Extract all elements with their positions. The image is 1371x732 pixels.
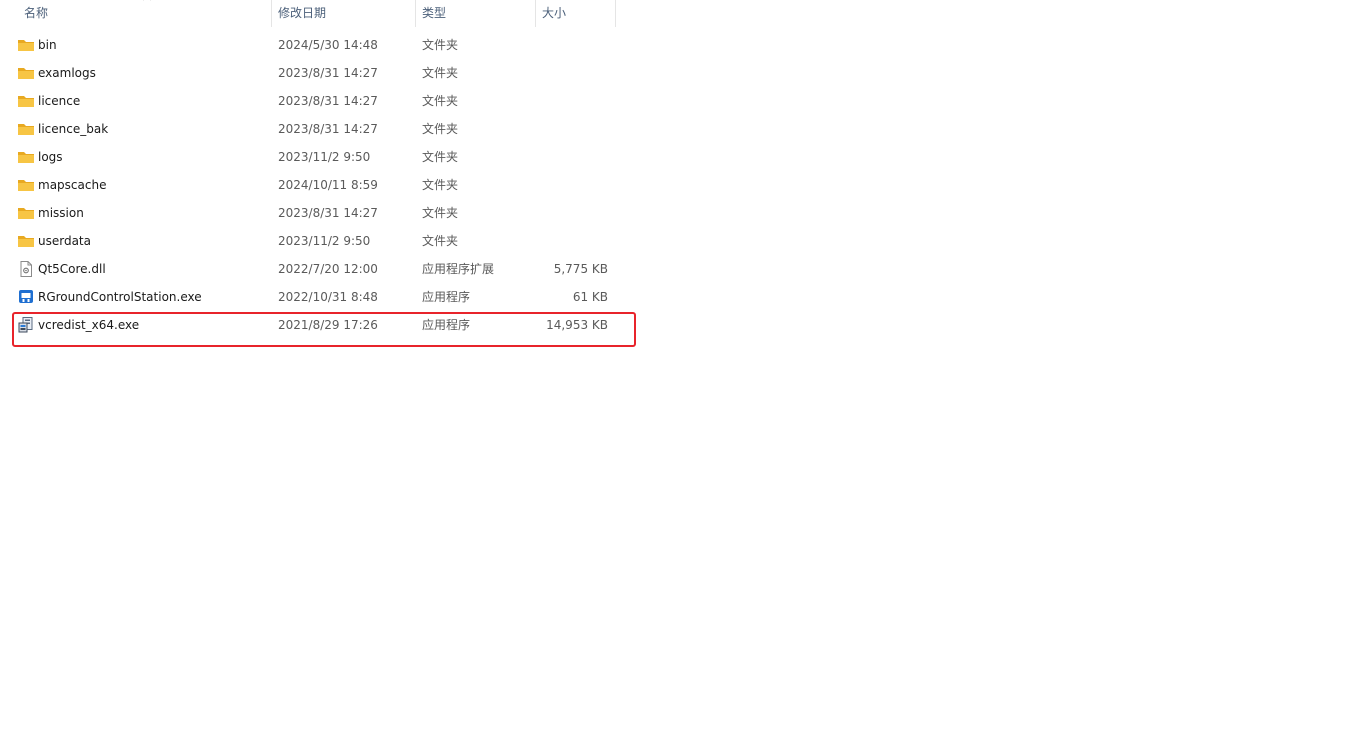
column-header-name[interactable]: 名称 xyxy=(0,0,272,27)
file-type: 文件夹 xyxy=(422,234,459,248)
column-header-type[interactable]: 类型 xyxy=(416,0,536,27)
highlight-annotation-box xyxy=(12,312,636,347)
folder-icon xyxy=(18,180,34,191)
folder-icon xyxy=(18,208,34,219)
file-name: logs xyxy=(38,150,63,164)
folder-icon xyxy=(18,236,34,247)
file-row-logs[interactable]: logs 2023/11/2 9:50 文件夹 xyxy=(0,143,640,171)
file-name: licence_bak xyxy=(38,122,109,136)
folder-icon xyxy=(18,124,34,135)
file-date: 2023/11/2 9:50 xyxy=(278,150,371,164)
file-date: 2022/7/20 12:00 xyxy=(278,262,378,276)
file-row-mapscache[interactable]: mapscache 2024/10/11 8:59 文件夹 xyxy=(0,171,640,199)
file-type: 文件夹 xyxy=(422,66,459,80)
column-header: 名称 修改日期 类型 大小 xyxy=(0,0,620,27)
folder-icon xyxy=(18,40,34,51)
file-type: 文件夹 xyxy=(422,38,459,52)
column-header-date[interactable]: 修改日期 xyxy=(272,0,416,27)
file-name: licence xyxy=(38,94,81,108)
file-type: 文件夹 xyxy=(422,150,459,164)
file-date: 2023/11/2 9:50 xyxy=(278,234,371,248)
folder-icon xyxy=(18,68,34,79)
file-row-licence[interactable]: licence 2023/8/31 14:27 文件夹 xyxy=(0,87,640,115)
dll-file-icon xyxy=(20,261,32,277)
column-header-size[interactable]: 大小 xyxy=(536,0,616,27)
file-row-mission[interactable]: mission 2023/8/31 14:27 文件夹 xyxy=(0,199,640,227)
file-row-userdata[interactable]: userdata 2023/11/2 9:50 文件夹 xyxy=(0,227,640,255)
file-type: 应用程序扩展 xyxy=(422,262,495,276)
file-date: 2024/5/30 14:48 xyxy=(278,38,378,52)
file-name: RGroundControlStation.exe xyxy=(38,290,202,304)
file-size: 61 KB xyxy=(572,290,608,304)
file-date: 2023/8/31 14:27 xyxy=(278,122,378,136)
folder-icon xyxy=(18,96,34,107)
file-date: 2023/8/31 14:27 xyxy=(278,66,378,80)
file-row-licence-bak[interactable]: licence_bak 2023/8/31 14:27 文件夹 xyxy=(0,115,640,143)
file-row-qt5core-dll[interactable]: Qt5Core.dll 2022/7/20 12:00 应用程序扩展 5,775… xyxy=(0,255,640,283)
application-icon xyxy=(19,290,33,303)
file-name: userdata xyxy=(38,234,91,248)
file-size: 5,775 KB xyxy=(553,262,608,276)
file-name: mapscache xyxy=(38,178,107,192)
file-list: bin 2024/5/30 14:48 文件夹 examlogs 2023/8/… xyxy=(0,31,640,339)
file-name: examlogs xyxy=(38,66,96,80)
file-type: 文件夹 xyxy=(422,94,459,108)
file-row-bin[interactable]: bin 2024/5/30 14:48 文件夹 xyxy=(0,31,640,59)
file-date: 2024/10/11 8:59 xyxy=(278,178,378,192)
file-name: Qt5Core.dll xyxy=(38,262,106,276)
file-name: mission xyxy=(38,206,84,220)
file-type: 文件夹 xyxy=(422,206,459,220)
file-date: 2023/8/31 14:27 xyxy=(278,206,378,220)
file-date: 2022/10/31 8:48 xyxy=(278,290,378,304)
file-name: bin xyxy=(38,38,57,52)
file-row-rgroundcontrolstation-exe[interactable]: RGroundControlStation.exe 2022/10/31 8:4… xyxy=(0,283,640,311)
folder-icon xyxy=(18,152,34,163)
file-type: 文件夹 xyxy=(422,178,459,192)
file-row-examlogs[interactable]: examlogs 2023/8/31 14:27 文件夹 xyxy=(0,59,640,87)
file-type: 文件夹 xyxy=(422,122,459,136)
file-date: 2023/8/31 14:27 xyxy=(278,94,378,108)
file-type: 应用程序 xyxy=(422,290,471,304)
